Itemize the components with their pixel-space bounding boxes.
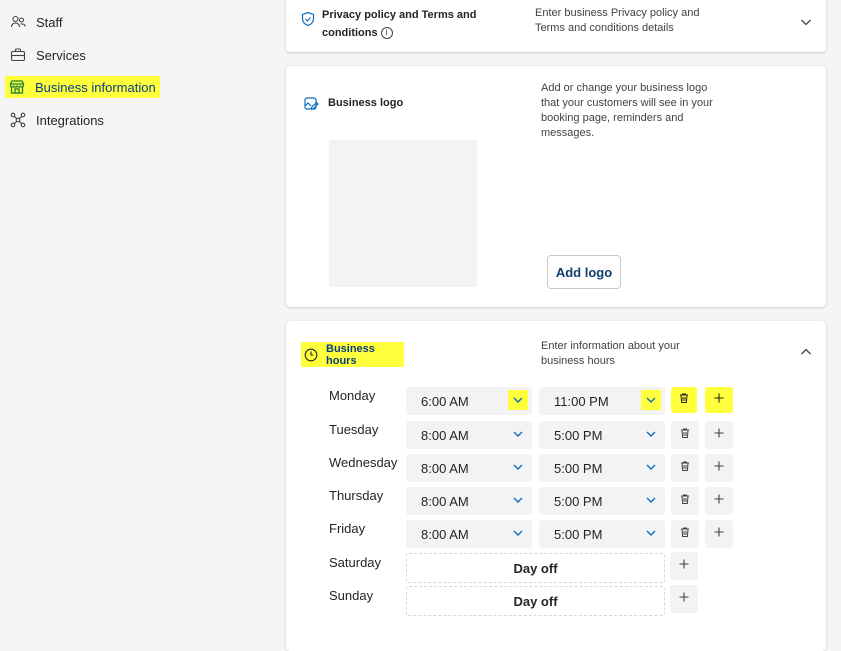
delete-button-friday[interactable]: [671, 520, 699, 548]
chevron-down-icon[interactable]: [508, 490, 528, 510]
business-hours-card: Business hours Enter information about y…: [286, 321, 826, 651]
add-time-button-sunday[interactable]: [670, 585, 698, 613]
business-logo-card: Business logo Add or change your busines…: [286, 66, 826, 307]
sidebar-item-services[interactable]: Services: [10, 43, 86, 67]
trash-icon: [679, 492, 691, 510]
day-label-sunday: Sunday: [329, 588, 374, 603]
delete-button-tuesday[interactable]: [671, 421, 699, 449]
day-label-thursday: Thursday: [329, 488, 384, 503]
chevron-down-icon[interactable]: [641, 424, 661, 444]
privacy-card[interactable]: Privacy policy and Terms and conditions …: [286, 0, 826, 52]
privacy-title: Privacy policy and Terms and conditions …: [322, 9, 477, 40]
day-off-sunday[interactable]: Day off: [406, 586, 665, 616]
add-time-button-tuesday[interactable]: [705, 421, 733, 449]
delete-button-wednesday[interactable]: [671, 454, 699, 482]
add-logo-button[interactable]: Add logo: [547, 255, 621, 289]
end-time-select-friday[interactable]: 5:00 PM: [539, 520, 665, 548]
chevron-down-icon[interactable]: [508, 424, 528, 444]
add-time-button-monday[interactable]: [705, 387, 733, 413]
chevron-down-icon[interactable]: [508, 457, 528, 477]
add-time-button-thursday[interactable]: [705, 487, 733, 515]
start-time-select-monday[interactable]: 6:00 AM: [406, 387, 532, 415]
connector-icon: [10, 112, 26, 128]
day-label-tuesday: Tuesday: [329, 422, 379, 437]
business-hours-description: Enter information about your business hou…: [541, 340, 680, 367]
chevron-down-icon[interactable]: [799, 15, 813, 29]
add-time-button-wednesday[interactable]: [705, 454, 733, 482]
chevron-down-icon[interactable]: [641, 490, 661, 510]
plus-icon: [713, 459, 725, 477]
sidebar-item-label: Services: [36, 47, 86, 63]
privacy-description: Enter business Privacy policy and Terms a…: [535, 7, 700, 34]
chevron-down-icon[interactable]: [508, 390, 528, 410]
plus-icon: [713, 492, 725, 510]
people-icon: [10, 14, 26, 30]
trash-icon: [679, 459, 691, 477]
sidebar: Staff Services Business information Inte…: [0, 0, 270, 636]
end-time-select-wednesday[interactable]: 5:00 PM: [539, 454, 665, 482]
trash-icon: [679, 426, 691, 444]
plus-icon: [678, 590, 690, 608]
sidebar-item-label: Business information: [35, 79, 156, 95]
plus-icon: [713, 525, 725, 543]
trash-icon: [679, 525, 691, 543]
chevron-down-icon[interactable]: [508, 523, 528, 543]
sidebar-item-label: Integrations: [36, 112, 104, 128]
start-time-select-wednesday[interactable]: 8:00 AM: [406, 454, 532, 482]
day-off-saturday[interactable]: Day off: [406, 553, 665, 583]
delete-button-thursday[interactable]: [671, 487, 699, 515]
chevron-up-icon[interactable]: [799, 345, 813, 359]
sidebar-item-staff[interactable]: Staff: [10, 10, 63, 34]
business-hours-title: Business hours: [326, 342, 375, 367]
image-edit-icon: [304, 96, 319, 116]
add-time-button-saturday[interactable]: [670, 552, 698, 580]
chevron-down-icon[interactable]: [641, 390, 661, 410]
sidebar-item-integrations[interactable]: Integrations: [10, 108, 104, 132]
business-logo-description: Add or change your business logo that yo…: [541, 82, 713, 139]
sidebar-item-business-information[interactable]: Business information: [5, 76, 160, 98]
chevron-down-icon[interactable]: [641, 523, 661, 543]
sidebar-item-label: Staff: [36, 14, 63, 30]
end-time-select-monday[interactable]: 11:00 PM: [539, 387, 665, 415]
business-logo-title: Business logo: [328, 97, 404, 109]
business-hours-header[interactable]: Business hours: [301, 342, 404, 367]
chevron-down-icon[interactable]: [641, 457, 661, 477]
logo-placeholder: [329, 140, 477, 287]
start-time-select-thursday[interactable]: 8:00 AM: [406, 487, 532, 515]
store-icon: [9, 79, 25, 95]
briefcase-icon: [10, 47, 26, 63]
delete-button-monday[interactable]: [671, 387, 697, 413]
end-time-select-tuesday[interactable]: 5:00 PM: [539, 421, 665, 449]
shield-icon: [301, 11, 315, 32]
info-icon[interactable]: i: [380, 27, 393, 40]
clock-icon: [304, 348, 318, 362]
trash-icon: [678, 391, 690, 409]
plus-icon: [678, 557, 690, 575]
day-label-monday: Monday: [329, 388, 376, 403]
start-time-select-tuesday[interactable]: 8:00 AM: [406, 421, 532, 449]
day-label-wednesday: Wednesday: [329, 455, 398, 470]
day-label-saturday: Saturday: [329, 555, 382, 570]
start-time-select-friday[interactable]: 8:00 AM: [406, 520, 532, 548]
day-label-friday: Friday: [329, 521, 366, 536]
plus-icon: [713, 426, 725, 444]
add-time-button-friday[interactable]: [705, 520, 733, 548]
plus-icon: [713, 391, 725, 409]
end-time-select-thursday[interactable]: 5:00 PM: [539, 487, 665, 515]
